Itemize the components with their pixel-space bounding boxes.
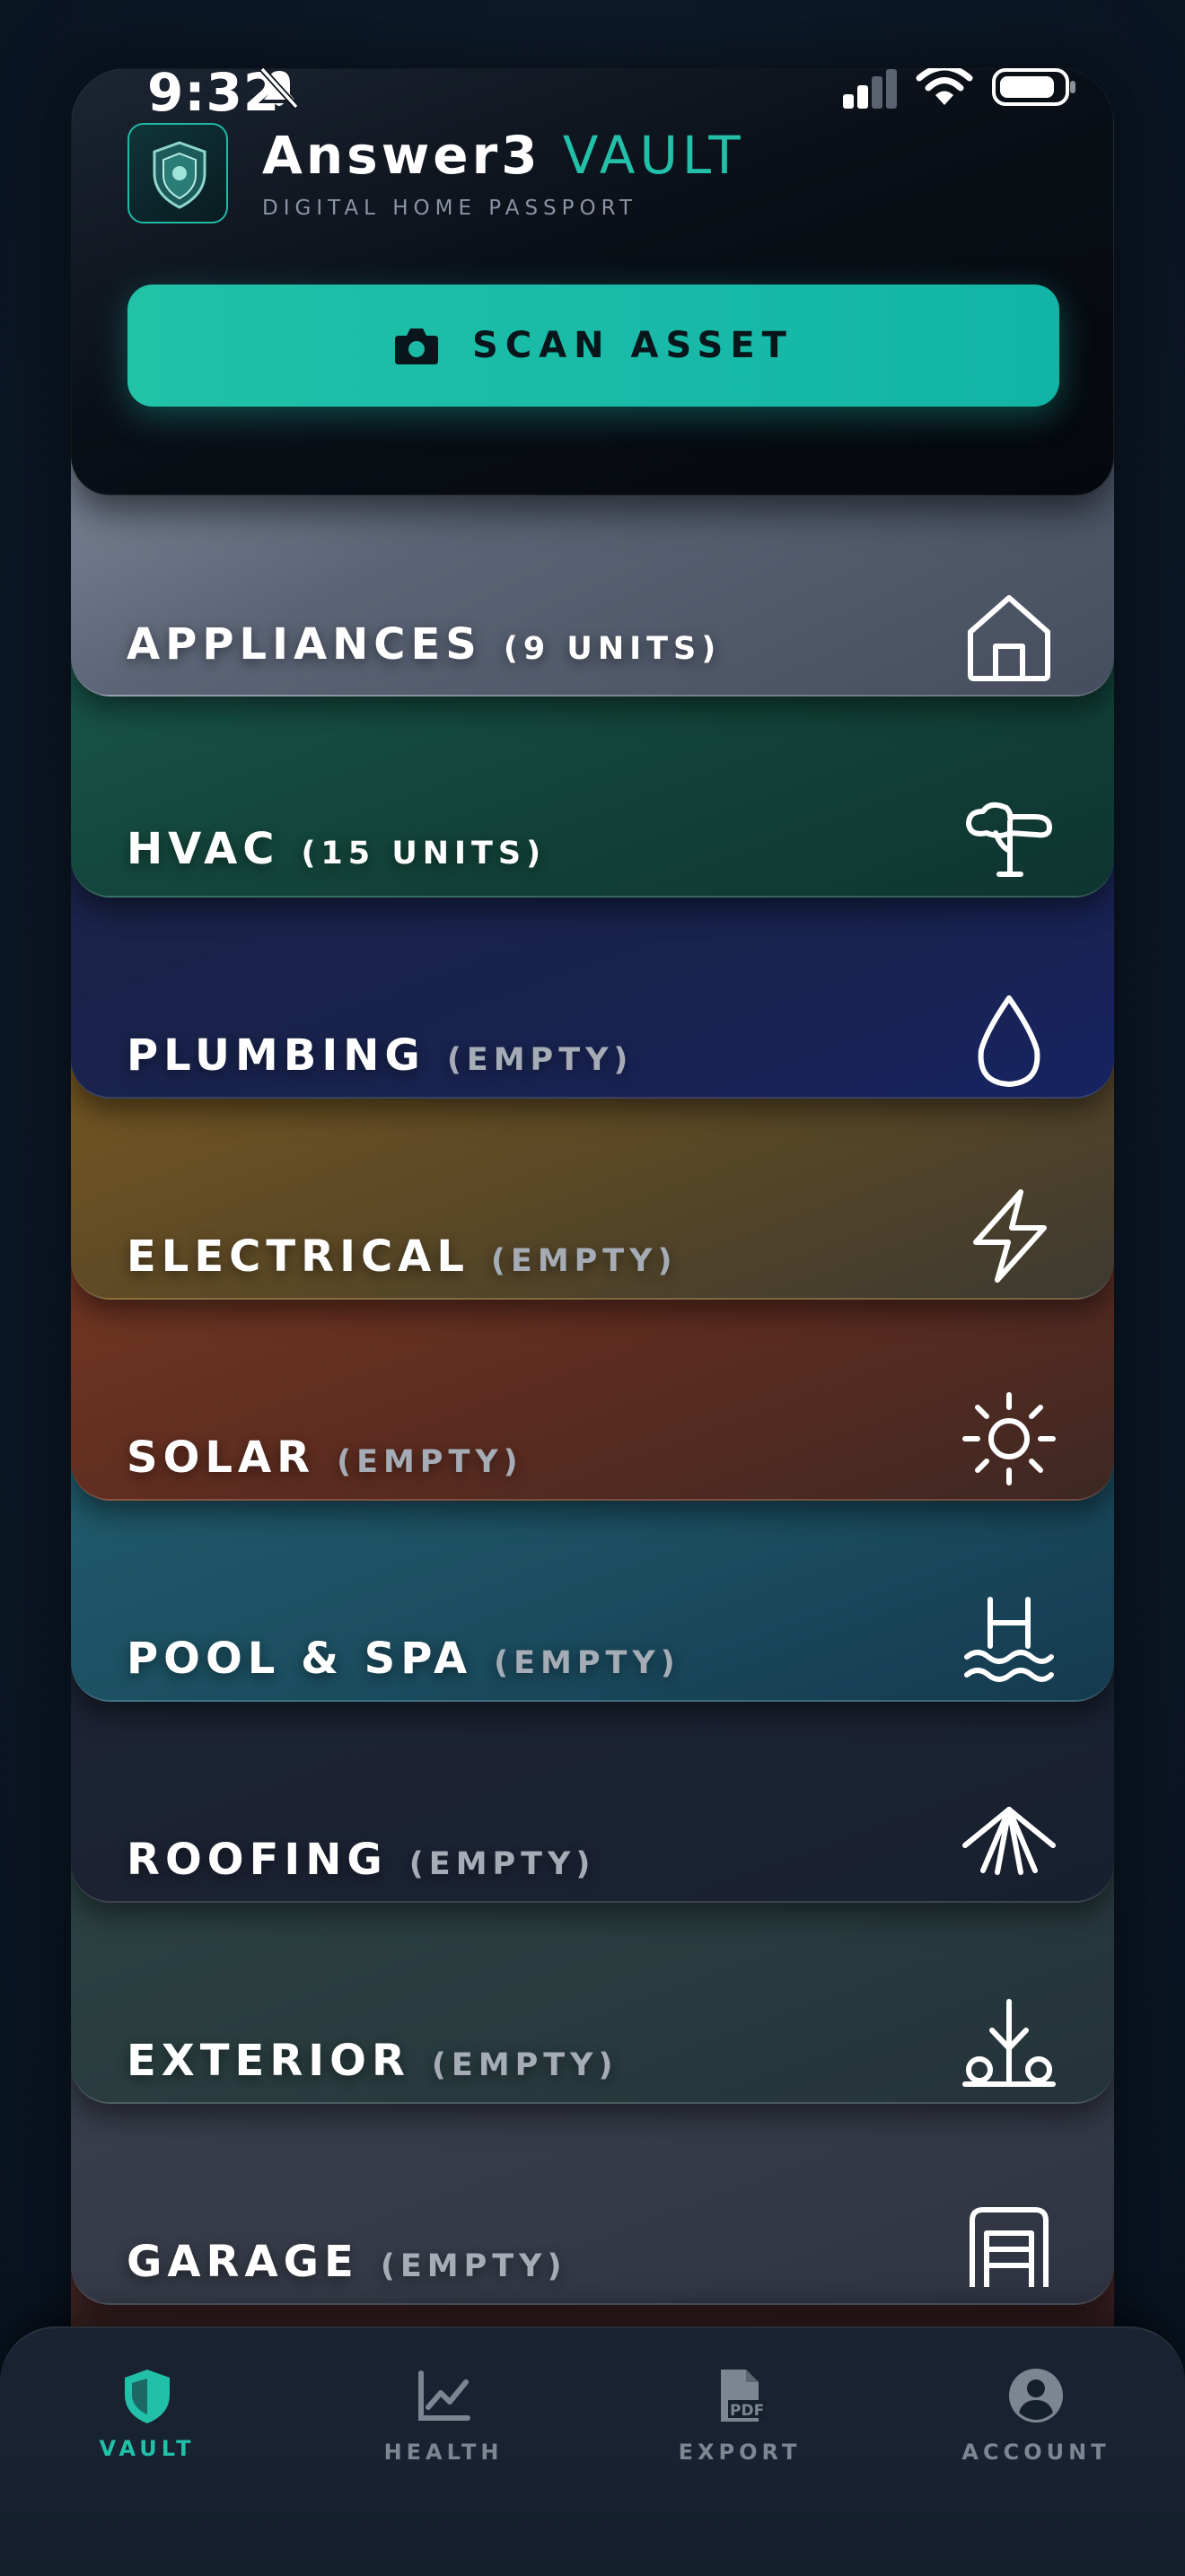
category-count: (15 UNITS) [301, 836, 547, 872]
tab-vault[interactable]: VAULT [40, 2364, 255, 2461]
category-count: (EMPTY) [380, 2248, 567, 2284]
chart-icon [418, 2370, 470, 2421]
app-subtitle: DIGITAL HOME PASSPORT [262, 197, 637, 220]
roof-icon [960, 1790, 1058, 1888]
shield-icon [125, 2370, 170, 2423]
tab-export[interactable]: PDF EXPORT [632, 2364, 847, 2465]
tab-account[interactable]: ACCOUNT [928, 2364, 1144, 2465]
category-count: (EMPTY) [490, 1243, 678, 1279]
fan-icon [960, 788, 1058, 887]
pdf-icon: PDF [721, 2370, 766, 2422]
svg-text:PDF: PDF [730, 2402, 764, 2420]
scan-asset-label: SCAN ASSET [472, 325, 794, 366]
app-title: Answer3 VAULT [262, 125, 745, 186]
shield-logo-icon [153, 141, 206, 209]
category-count: (EMPTY) [337, 1444, 523, 1480]
account-icon [1009, 2369, 1063, 2423]
house-icon [960, 587, 1058, 686]
wifi-icon [916, 68, 973, 105]
app-header: 9:32 Answer3 VAULT DIGITAL HOME PASSPORT… [71, 68, 1114, 495]
category-name: HVAC (15 UNITS) [127, 824, 547, 874]
camera-icon [395, 329, 439, 364]
brand-accent: VAULT [562, 125, 745, 186]
category-name: POOL & SPA (EMPTY) [127, 1634, 680, 1684]
garage-icon [960, 2197, 1058, 2296]
phone-screen: APPLIANCES (9 UNITS) HVAC (15 UNITS) PLUMB… [71, 68, 1114, 2574]
category-name: APPLIANCES (9 UNITS) [127, 619, 722, 670]
pool-ladder-icon [960, 1592, 1058, 1691]
category-count: (9 UNITS) [503, 631, 722, 667]
category-name: ROOFING (EMPTY) [127, 1835, 596, 1885]
category-name: GARAGE (EMPTY) [127, 2237, 567, 2287]
app-logo [127, 123, 228, 223]
category-count: (EMPTY) [431, 2047, 619, 2083]
lightning-icon [960, 1187, 1058, 1285]
category-name: PLUMBING (EMPTY) [127, 1030, 634, 1081]
bell-muted-icon [259, 68, 299, 110]
category-name: ELECTRICAL (EMPTY) [127, 1231, 678, 1282]
category-count: (EMPTY) [494, 1645, 680, 1681]
battery-icon [992, 68, 1075, 106]
category-name: EXTERIOR (EMPTY) [127, 2036, 619, 2086]
category-name: SOLAR (EMPTY) [127, 1433, 523, 1483]
tab-label: HEALTH [383, 2440, 504, 2465]
signal-icon [843, 69, 897, 109]
scan-asset-button[interactable]: SCAN ASSET [127, 285, 1059, 407]
brand-name: Answer3 [262, 125, 541, 186]
bottom-tab-bar: VAULT HEALTH PDF EXPORT ACCOUNT [0, 2326, 1185, 2576]
tab-label: VAULT [99, 2436, 196, 2461]
sun-icon [960, 1389, 1058, 1488]
water-drop-icon [960, 991, 1058, 1090]
tab-health[interactable]: HEALTH [336, 2364, 551, 2465]
category-count: (EMPTY) [408, 1846, 596, 1882]
category-count: (EMPTY) [446, 1042, 634, 1078]
tab-label: ACCOUNT [961, 2440, 1110, 2465]
tab-label: EXPORT [678, 2440, 802, 2465]
plant-icon [960, 1994, 1058, 2093]
